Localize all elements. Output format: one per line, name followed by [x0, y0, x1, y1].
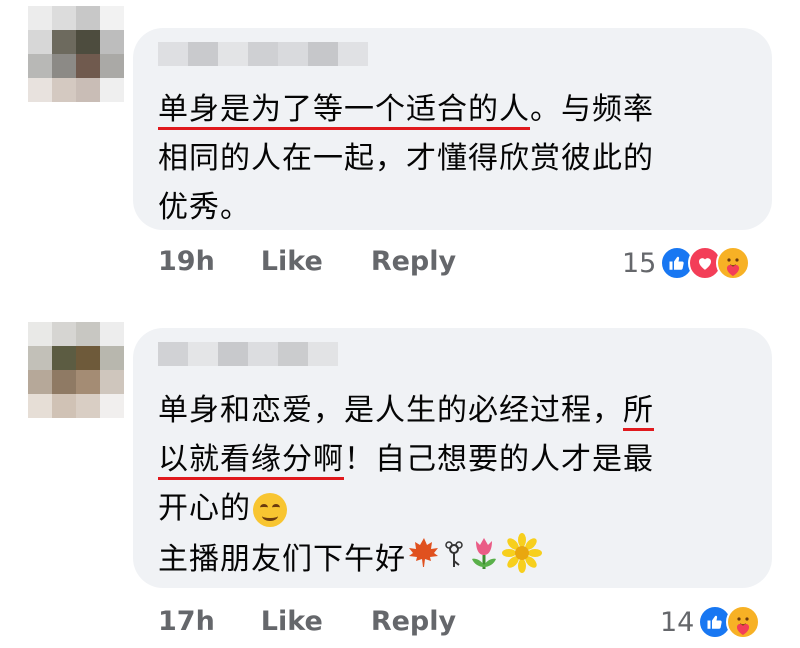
comment-meta: 17h Like Reply	[158, 606, 504, 637]
text-segment: 优秀。	[158, 190, 251, 225]
reply-button[interactable]: Reply	[371, 246, 456, 277]
blossom-emoji	[502, 533, 542, 588]
like-button[interactable]: Like	[261, 606, 323, 637]
reaction-count: 15	[622, 247, 657, 279]
care-icon	[716, 246, 751, 280]
comment-line: 相同的人在一起，才懂得欣赏彼此的	[158, 134, 654, 183]
like-button[interactable]: Like	[261, 246, 323, 277]
maple-leaf-emoji	[406, 535, 442, 586]
care-icon	[726, 605, 761, 639]
comment-text: 单身是为了等一个适合的人。与频率 相同的人在一起，才懂得欣赏彼此的 优秀。	[158, 85, 654, 232]
comment-meta: 19h Like Reply	[158, 246, 504, 277]
text-segment: 。与频率	[530, 92, 654, 127]
comment-line: 主播朋友们下午好	[158, 533, 654, 588]
avatar[interactable]	[28, 6, 124, 102]
reaction-summary[interactable]: 14	[660, 605, 761, 639]
comment-line: 以就看缘分啊！自己想要的人才是最	[158, 435, 654, 484]
timestamp[interactable]: 17h	[158, 606, 215, 637]
tulip-emoji	[466, 535, 502, 586]
comment-line: 开心的	[158, 484, 654, 533]
text-segment: 单身和恋爱，是人生的必经过程，	[158, 393, 623, 428]
comment-line: 单身是为了等一个适合的人。与频率	[158, 85, 654, 134]
text-segment: ！自己想要的人才是最	[344, 442, 654, 477]
underlined-text: 单身是为了等一个适合的人	[158, 92, 530, 130]
avatar[interactable]	[28, 322, 124, 418]
smiling-face-emoji	[253, 492, 287, 527]
comment-line: 单身和恋爱，是人生的必经过程，所	[158, 386, 654, 435]
text-segment: 开心的	[158, 491, 251, 526]
timestamp[interactable]: 19h	[158, 246, 215, 277]
commenter-name-redacted[interactable]	[158, 342, 338, 366]
text-segment: 主播朋友们下午好	[158, 542, 406, 577]
underlined-text: 以就看缘分啊	[158, 442, 344, 480]
underlined-text: 所	[623, 393, 654, 431]
commenter-name-redacted[interactable]	[158, 42, 368, 66]
reaction-summary[interactable]: 15	[622, 246, 751, 280]
rosette-emoji	[442, 535, 466, 586]
reaction-count: 14	[660, 606, 695, 638]
comment-line: 优秀。	[158, 183, 654, 232]
reply-button[interactable]: Reply	[371, 606, 456, 637]
comment-text: 单身和恋爱，是人生的必经过程，所 以就看缘分啊！自己想要的人才是最 开心的 主播…	[158, 386, 654, 588]
text-segment: 相同的人在一起，才懂得欣赏彼此的	[158, 141, 654, 176]
